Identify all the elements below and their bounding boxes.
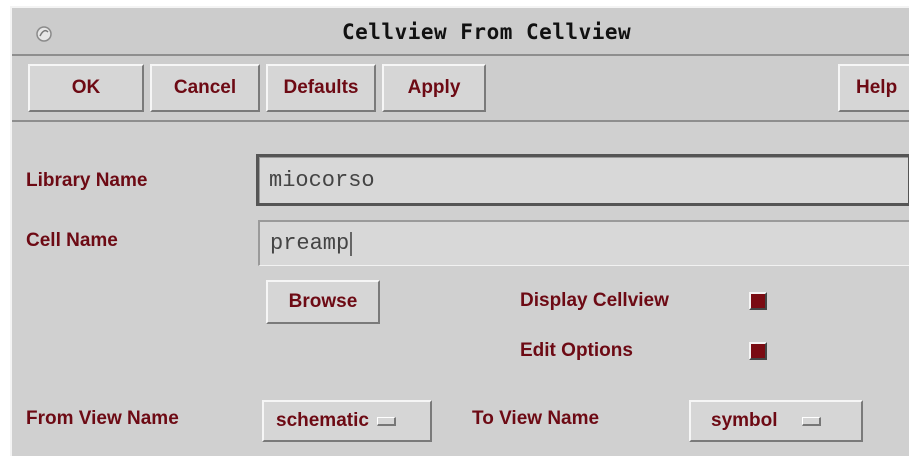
cell-name-label: Cell Name <box>26 230 118 251</box>
from-view-name-value: schematic <box>276 410 369 431</box>
browse-button[interactable]: Browse <box>266 280 380 324</box>
display-cellview-label: Display Cellview <box>520 290 669 311</box>
window-menu-icon[interactable] <box>34 24 54 44</box>
apply-button[interactable]: Apply <box>382 64 486 112</box>
edit-options-checkbox[interactable] <box>749 342 767 360</box>
to-view-name-label: To View Name <box>472 408 600 429</box>
button-bar: OK Cancel Defaults Apply Help <box>12 56 909 122</box>
to-view-name-select[interactable]: symbol <box>689 400 863 442</box>
cancel-button[interactable]: Cancel <box>150 64 260 112</box>
library-name-label: Library Name <box>26 170 148 191</box>
cycle-indicator-icon <box>376 416 396 426</box>
to-view-name-value: symbol <box>711 410 778 431</box>
defaults-button[interactable]: Defaults <box>266 64 376 112</box>
from-view-name-select[interactable]: schematic <box>262 400 432 442</box>
text-cursor <box>350 231 353 256</box>
library-name-field[interactable]: miocorso <box>256 154 909 206</box>
display-cellview-checkbox[interactable] <box>749 292 767 310</box>
help-button[interactable]: Help <box>838 64 909 112</box>
edit-options-label: Edit Options <box>520 340 633 361</box>
cell-name-field[interactable]: preamp <box>258 220 909 266</box>
title-bar[interactable]: Cellview From Cellview <box>12 8 909 56</box>
dialog-window: Cellview From Cellview OK Cancel Default… <box>10 6 909 456</box>
cycle-indicator-icon <box>801 416 821 426</box>
library-name-value: miocorso <box>269 167 375 193</box>
window-title: Cellview From Cellview <box>342 20 632 44</box>
cell-name-value: preamp <box>270 231 350 256</box>
ok-button[interactable]: OK <box>28 64 144 112</box>
from-view-name-label: From View Name <box>26 408 179 429</box>
